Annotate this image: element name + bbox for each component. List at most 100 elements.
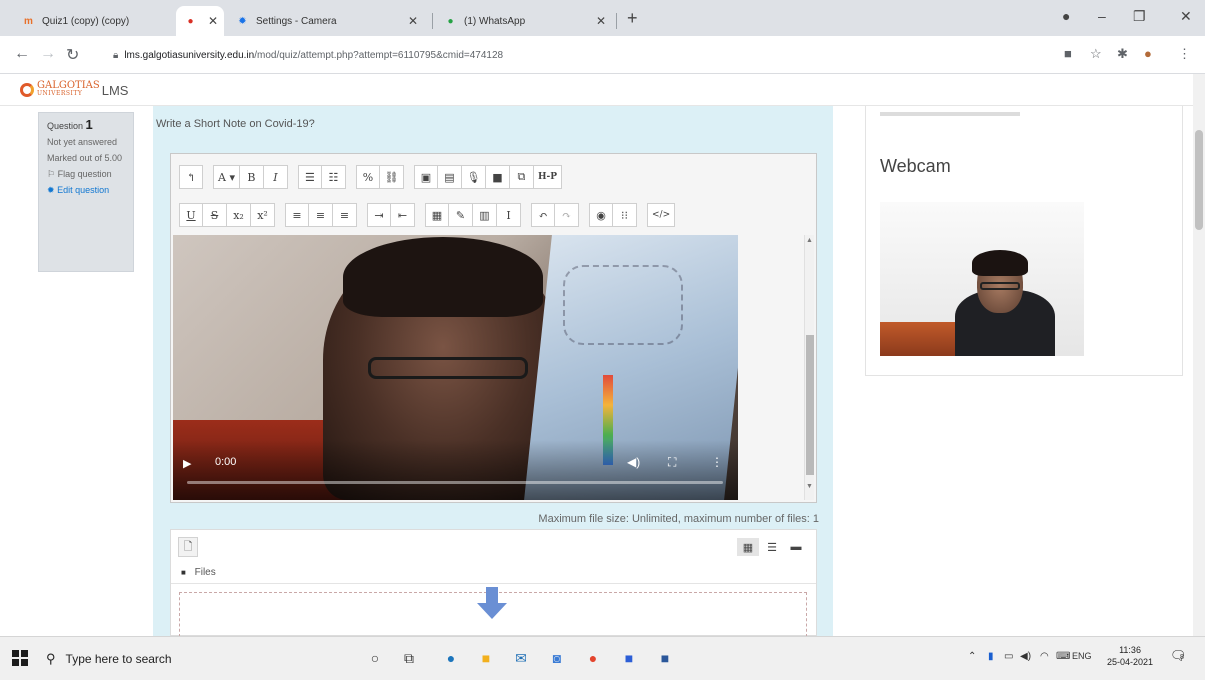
edge-icon[interactable]: ● xyxy=(440,647,462,669)
app-icon[interactable]: ◙ xyxy=(546,647,568,669)
back-arrow-icon[interactable]: ← xyxy=(14,45,30,63)
webcam-person-glasses xyxy=(980,282,1020,290)
clear-formatting-button[interactable]: I xyxy=(497,203,521,227)
redo-button[interactable]: ↷ xyxy=(555,203,579,227)
tab-whatsapp[interactable]: ● (1) WhatsApp ✕ xyxy=(436,6,616,36)
list-view-button[interactable]: ☰ xyxy=(761,538,783,556)
editor-scrollbar[interactable]: ▲ ▼ xyxy=(804,235,814,500)
unordered-list-button[interactable]: ☰ xyxy=(297,165,322,189)
scroll-down-icon[interactable]: ▼ xyxy=(806,483,813,490)
webcam-block: Webcam xyxy=(865,106,1183,376)
align-left-button[interactable]: ≡ xyxy=(285,203,309,227)
underline-button[interactable]: U xyxy=(179,203,203,227)
notification-center-icon[interactable]: 🗨︎ 8 xyxy=(1170,648,1188,666)
flag-question-link[interactable]: ⚐ Flag question xyxy=(47,169,125,180)
wifi-icon[interactable]: ◠ xyxy=(1040,651,1049,662)
special-character-button[interactable]: ✎ xyxy=(449,203,473,227)
outdent-button[interactable]: ⇤ xyxy=(391,203,415,227)
icon-view-button[interactable]: ▦ xyxy=(737,538,759,556)
video-person-glasses xyxy=(368,357,528,379)
volume-icon[interactable]: ◀) xyxy=(627,455,640,469)
unlink-button[interactable]: ⛓ xyxy=(379,165,404,189)
close-icon[interactable]: ✕ xyxy=(596,14,606,28)
file-drop-zone[interactable] xyxy=(179,587,807,637)
italic-button[interactable]: I xyxy=(263,165,288,189)
star-icon[interactable]: ☆ xyxy=(1090,46,1102,62)
bold-button[interactable]: B xyxy=(239,165,264,189)
fullscreen-icon[interactable]: ⛶ xyxy=(668,455,676,470)
tab-recording[interactable]: ● ✕ xyxy=(176,6,224,36)
cortana-icon[interactable]: ○ xyxy=(364,647,386,669)
battery-icon[interactable]: ▭ xyxy=(1004,651,1013,662)
tree-view-button[interactable]: ▬ xyxy=(785,538,807,556)
tray-app-icon[interactable]: ▮ xyxy=(988,651,994,662)
editor-scrollbar-thumb[interactable] xyxy=(806,335,814,475)
photoshop-icon[interactable]: ■ xyxy=(618,647,640,669)
align-right-button[interactable]: ≡ xyxy=(333,203,357,227)
superscript-button[interactable]: x² xyxy=(251,203,275,227)
link-button[interactable]: % xyxy=(355,165,380,189)
insert-media-button[interactable]: ▤ xyxy=(437,165,462,189)
lock-icon: 🔒︎ xyxy=(113,49,119,61)
indent-button[interactable]: ⇥ xyxy=(367,203,391,227)
edit-question-link[interactable]: ✹ Edit question xyxy=(47,185,125,196)
address-bar[interactable]: 🔒︎ lms.galgotiasuniversity.edu.in /mod/q… xyxy=(113,42,1033,68)
tray-expand-icon[interactable]: ⌃ xyxy=(968,651,976,662)
avatar[interactable]: ● xyxy=(1144,46,1152,61)
tab-quiz[interactable]: m Quiz1 (copy) (copy) xyxy=(14,6,154,36)
new-tab-button[interactable]: + xyxy=(627,8,638,29)
html-source-button[interactable]: </> xyxy=(647,203,676,227)
taskbar-clock[interactable]: 11:36 25-04-2021 xyxy=(1107,644,1153,668)
page-scrollbar[interactable] xyxy=(1193,74,1205,636)
lms-header: GALGOTIAS UNIVERSITY LMS xyxy=(0,74,1205,106)
file-explorer-icon[interactable]: ■ xyxy=(475,647,497,669)
page-scrollbar-thumb[interactable] xyxy=(1195,130,1203,230)
task-view-icon[interactable]: ⧉ xyxy=(398,647,420,669)
extensions-icon[interactable]: ✱ xyxy=(1117,46,1128,62)
play-icon[interactable]: ▶ xyxy=(183,457,191,470)
manage-files-button[interactable]: ⧉ xyxy=(509,165,534,189)
more-options-icon[interactable]: ⋮ xyxy=(711,455,723,469)
webcam-recording-video[interactable]: ▶ 0:00 ◀) ⛶ ⋮ xyxy=(173,235,738,500)
flag-icon: ⚐ xyxy=(47,169,56,179)
minimize-icon[interactable]: – xyxy=(1098,8,1106,24)
ordered-list-button[interactable]: ☷ xyxy=(321,165,346,189)
table-button[interactable]: ▥ xyxy=(473,203,497,227)
equation-button[interactable]: ▦ xyxy=(425,203,449,227)
restore-icon[interactable]: ❐ xyxy=(1133,8,1146,25)
record-audio-button[interactable]: 🎙 xyxy=(461,165,486,189)
forward-arrow-icon[interactable]: → xyxy=(40,45,56,63)
reload-icon[interactable]: ↻ xyxy=(66,45,79,65)
taskbar-search[interactable]: ⚲ Type here to search xyxy=(46,643,346,675)
close-window-icon[interactable]: ✕ xyxy=(1180,8,1192,25)
chrome-icon[interactable]: ● xyxy=(582,647,604,669)
paragraph-style-button[interactable]: A ▾ xyxy=(213,165,240,189)
volume-icon[interactable]: ◀) xyxy=(1020,651,1031,662)
menu-icon[interactable]: ⋮ xyxy=(1178,46,1191,62)
lms-logo[interactable]: GALGOTIAS UNIVERSITY LMS xyxy=(20,81,128,98)
accessibility-checker-button[interactable]: ◉ xyxy=(589,203,613,227)
word-icon[interactable]: ■ xyxy=(654,647,676,669)
windows-start-icon[interactable] xyxy=(12,650,28,666)
video-progress-bar[interactable] xyxy=(187,481,723,484)
language-indicator[interactable]: ENG xyxy=(1072,651,1092,661)
close-icon[interactable]: ✕ xyxy=(408,14,418,28)
scroll-up-icon[interactable]: ▲ xyxy=(806,237,813,244)
strikethrough-button[interactable]: S xyxy=(203,203,227,227)
subscript-button[interactable]: x₂ xyxy=(227,203,251,227)
mail-icon[interactable]: ✉ xyxy=(510,647,532,669)
record-video-button[interactable]: ■ xyxy=(485,165,510,189)
keyboard-icon[interactable]: ⌨ xyxy=(1056,651,1070,662)
h5p-button[interactable]: H-P xyxy=(533,165,562,189)
tab-settings-camera[interactable]: ✹ Settings - Camera ✕ xyxy=(228,6,428,36)
toolbar-toggle-button[interactable]: ↰ xyxy=(179,165,203,189)
add-file-button[interactable]: 🗋 xyxy=(178,537,198,557)
screen-reader-helper-button[interactable]: ⁝⁝ xyxy=(613,203,637,227)
camera-indicator-icon[interactable]: ■ xyxy=(1064,46,1072,61)
close-icon[interactable]: ✕ xyxy=(208,14,218,28)
align-center-button[interactable]: ≡ xyxy=(309,203,333,227)
insert-image-button[interactable]: ▣ xyxy=(413,165,438,189)
undo-button[interactable]: ↶ xyxy=(531,203,555,227)
notification-icon: 🗨︎ xyxy=(1170,648,1187,663)
profile-icon[interactable]: ● xyxy=(1062,8,1070,24)
